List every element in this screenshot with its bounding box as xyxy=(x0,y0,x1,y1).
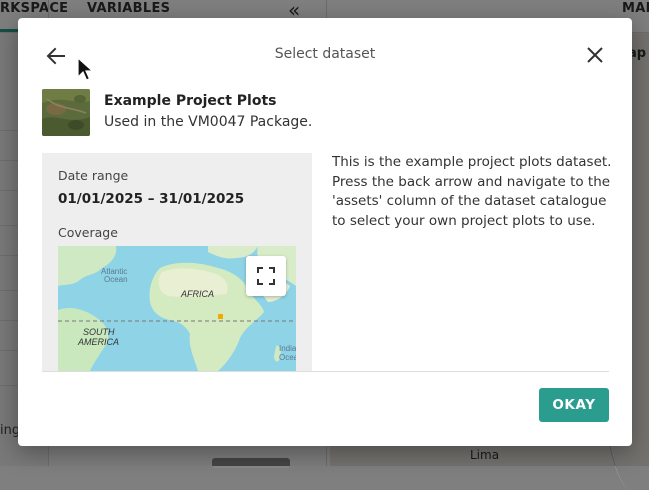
footer-divider xyxy=(42,371,609,372)
coverage-label: Coverage xyxy=(58,225,118,240)
okay-button[interactable]: OKAY xyxy=(539,388,609,422)
close-button[interactable] xyxy=(582,42,608,68)
dataset-subtitle: Used in the VM0047 Package. xyxy=(104,114,313,130)
map-label-america: AMERICA xyxy=(77,337,119,347)
satellite-thumbnail-image xyxy=(42,89,90,136)
map-label-africa: AFRICA xyxy=(180,289,214,299)
dataset-info-panel: Date range 01/01/2025 – 31/01/2025 Cover… xyxy=(42,153,312,371)
map-label-india: India xyxy=(279,344,296,353)
dataset-thumbnail xyxy=(42,89,90,136)
coverage-map[interactable]: Atlantic Ocean AFRICA SOUTH AMERICA Indi… xyxy=(58,246,296,371)
dialog-title: Select dataset xyxy=(274,46,376,62)
dataset-description: This is the example project plots datase… xyxy=(332,154,612,229)
map-label-ocean: Ocean xyxy=(104,275,128,284)
dataset-name: Example Project Plots xyxy=(104,93,277,109)
map-label-india-ocean: Ocea xyxy=(279,353,296,362)
fullscreen-button[interactable] xyxy=(246,256,286,296)
date-range-label: Date range xyxy=(58,168,129,183)
fullscreen-icon xyxy=(257,267,275,285)
map-label-south: SOUTH xyxy=(83,327,115,337)
mouse-cursor-icon xyxy=(77,57,95,81)
select-dataset-dialog: Select dataset Example Project Plots Use… xyxy=(18,18,632,446)
date-range-value: 01/01/2025 – 31/01/2025 xyxy=(58,191,245,207)
close-icon xyxy=(587,47,603,63)
